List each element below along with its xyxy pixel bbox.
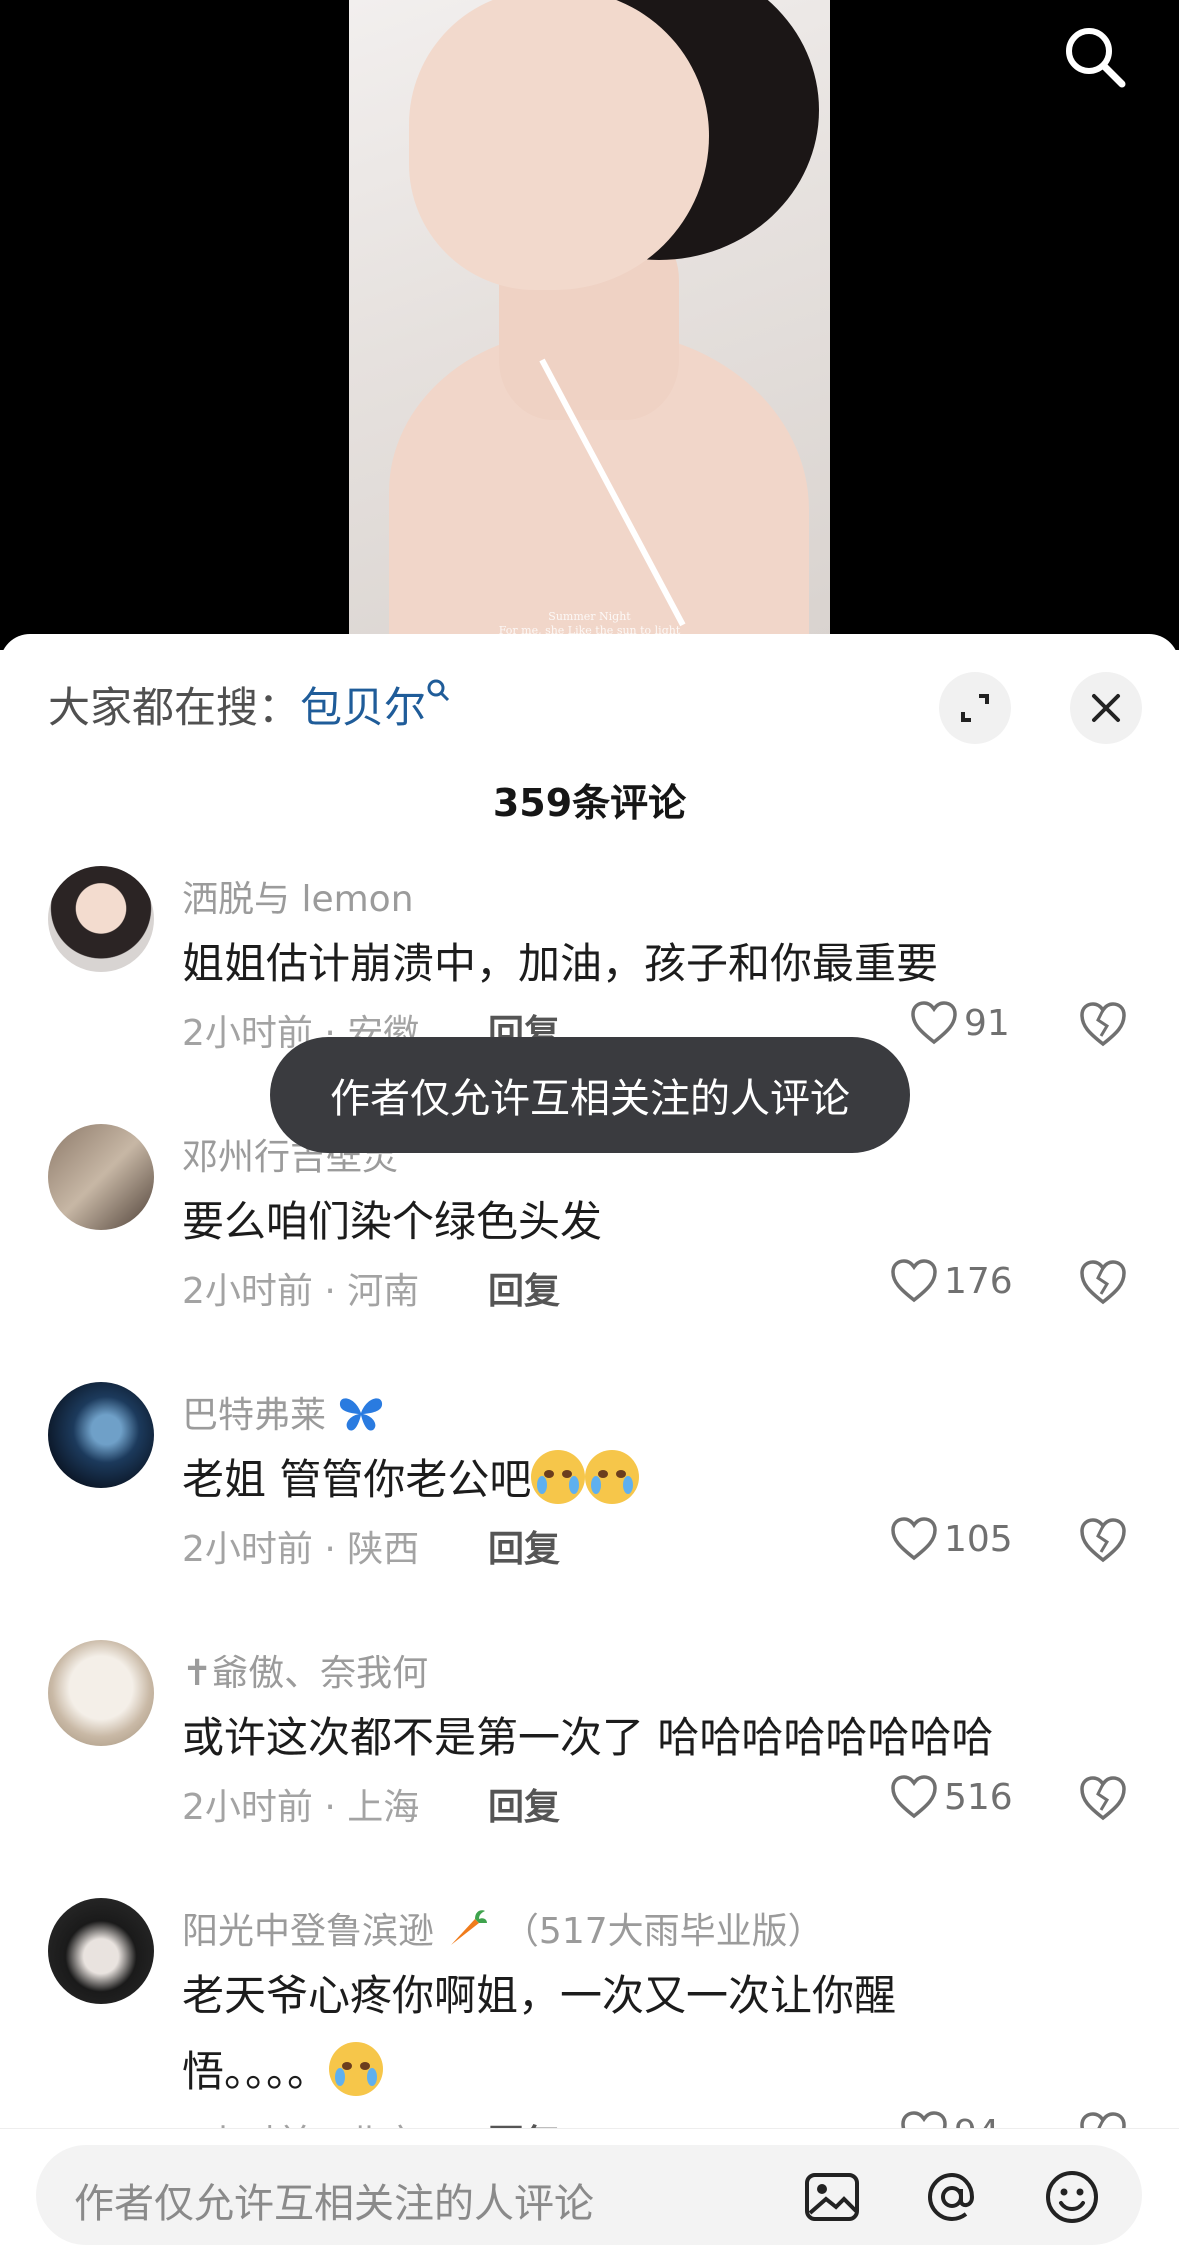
heart-icon	[901, 2111, 947, 2128]
search-button[interactable]	[1060, 22, 1130, 92]
comment-meta: 2小时前 · 陕西	[182, 1529, 420, 1570]
comment-username[interactable]: 巴特弗莱	[182, 1386, 385, 1438]
comment-input-bar: 作者仅允许互相关注的人评论	[0, 2128, 1179, 2248]
comment-count: 359条评论	[492, 781, 687, 825]
comment-text: 或许这次都不是第一次了 哈哈哈哈哈哈哈哈	[182, 1713, 994, 1762]
reply-button[interactable]: 回复	[488, 1520, 560, 1572]
comment-input[interactable]: 作者仅允许互相关注的人评论	[36, 2145, 1142, 2245]
toast-message: 作者仅允许互相关注的人评论	[270, 1037, 910, 1153]
expand-button[interactable]	[939, 672, 1011, 744]
image-icon	[805, 2173, 859, 2221]
comment-username-text: 阳光中登鲁滨逊	[182, 1911, 435, 1952]
comment-text-line2: 悟。。。。	[182, 2047, 330, 2096]
like-button[interactable]: 91	[910, 1000, 1010, 1046]
expand-icon	[961, 694, 989, 722]
comment-item: ✝爺傲、奈我何 或许这次都不是第一次了 哈哈哈哈哈哈哈哈 2小时前 · 上海 回…	[0, 1640, 1179, 1880]
hot-search[interactable]: 大家都在搜：包贝尔	[48, 674, 452, 735]
hot-search-keyword[interactable]: 包贝尔	[300, 683, 426, 732]
loudly-crying-face-icon	[329, 2042, 384, 2096]
comment-username[interactable]: ✝爺傲、奈我何	[182, 1644, 428, 1696]
comment-meta: 2小时前 · 上海	[182, 1787, 420, 1828]
comment-username[interactable]: 阳光中登鲁滨逊 （517大雨毕业版）	[182, 1902, 824, 1954]
comment-meta: 2小时前 · 北京	[182, 2114, 419, 2128]
comment-username[interactable]: 洒脱与 lemon	[182, 870, 414, 922]
close-button[interactable]	[1070, 672, 1142, 744]
broken-heart-icon	[1080, 1002, 1126, 1047]
like-count: 91	[964, 1002, 1010, 1044]
carrot-icon	[451, 1910, 488, 1945]
broken-heart-icon	[1080, 1776, 1126, 1821]
video-caption-line1: Summer Night	[548, 610, 631, 623]
image-button[interactable]	[802, 2167, 862, 2227]
dislike-button[interactable]	[1078, 2110, 1128, 2128]
comment-item: 邓州行吉壁灵 要么咱们染个绿色头发 2小时前 · 河南 回复 176	[0, 1124, 1179, 1364]
avatar[interactable]	[48, 1382, 154, 1488]
comment-text-line1: 老天爷心疼你啊姐，一次又一次让你醒	[182, 1971, 897, 2020]
comment-username-suffix: （517大雨毕业版）	[502, 1911, 824, 1952]
dislike-button[interactable]	[1078, 1516, 1128, 1566]
like-button[interactable]: 94	[900, 2110, 1000, 2128]
heart-icon	[891, 1259, 937, 1303]
avatar[interactable]	[48, 866, 154, 972]
reply-button[interactable]: 回复	[488, 1262, 560, 1314]
comment-item: 巴特弗莱 老姐 管管你老公吧 2小时前 · 陕西 回复 105	[0, 1382, 1179, 1622]
broken-heart-icon	[1080, 1260, 1126, 1305]
heart-icon	[911, 1001, 957, 1045]
comment-text: 老天爷心疼你啊姐，一次又一次让你醒 悟。。。。	[182, 1958, 1082, 2110]
comment-text: 要么咱们染个绿色头发	[182, 1197, 603, 1246]
avatar[interactable]	[48, 1898, 154, 2004]
reply-button[interactable]: 回复	[488, 2114, 560, 2128]
search-icon	[1066, 28, 1126, 88]
comment-meta: 2小时前 · 河南	[182, 1271, 420, 1312]
comment-text-body: 老姐 管管你老公吧	[182, 1455, 532, 1504]
comment-text: 老姐 管管你老公吧	[182, 1442, 1082, 1518]
comment-username-text: 巴特弗莱	[182, 1395, 327, 1436]
emoji-button[interactable]	[1042, 2167, 1102, 2227]
like-count: 176	[944, 1260, 1013, 1302]
close-icon	[1092, 694, 1120, 722]
avatar[interactable]	[48, 1640, 154, 1746]
heart-icon	[891, 1775, 937, 1819]
avatar[interactable]	[48, 1124, 154, 1230]
like-button[interactable]: 176	[890, 1258, 1013, 1304]
like-button[interactable]: 516	[890, 1774, 1013, 1820]
dislike-button[interactable]	[1078, 1258, 1128, 1308]
like-count: 516	[944, 1776, 1013, 1818]
comment-input-placeholder: 作者仅允许互相关注的人评论	[74, 2181, 594, 2227]
dislike-button[interactable]	[1078, 1774, 1128, 1824]
at-icon	[927, 2172, 975, 2222]
crying-face-icon	[531, 1450, 586, 1504]
video-frame: Summer Night For me, she Like the sun to…	[349, 0, 830, 640]
smiley-icon	[1046, 2171, 1098, 2223]
mini-search-icon	[427, 679, 450, 702]
butterfly-icon	[340, 1398, 383, 1431]
dislike-button[interactable]	[1078, 1000, 1128, 1050]
like-button[interactable]: 105	[890, 1516, 1013, 1562]
like-count: 105	[944, 1518, 1013, 1560]
broken-heart-icon	[1080, 1518, 1126, 1563]
hot-search-prefix: 大家都在搜：	[48, 683, 301, 732]
comment-text: 姐姐估计崩溃中，加油，孩子和你最重要	[182, 939, 939, 988]
mention-button[interactable]	[922, 2167, 982, 2227]
comment-item: 阳光中登鲁滨逊 （517大雨毕业版） 老天爷心疼你啊姐，一次又一次让你醒 悟。。…	[0, 1898, 1179, 2128]
reply-button[interactable]: 回复	[488, 1778, 560, 1830]
like-count: 94	[954, 2113, 1000, 2129]
crying-face-icon	[585, 1450, 640, 1504]
video-player[interactable]: Summer Night For me, she Like the sun to…	[0, 0, 1179, 650]
heart-icon	[891, 1517, 937, 1561]
broken-heart-icon	[1080, 2112, 1126, 2128]
